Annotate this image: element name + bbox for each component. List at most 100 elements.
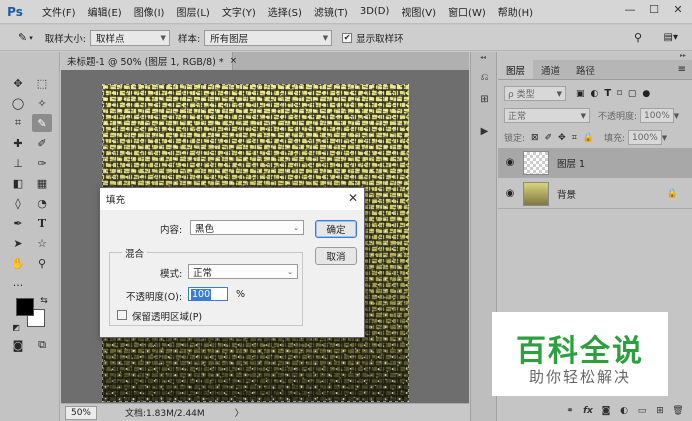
path-selection-tool-icon[interactable]: ➤	[8, 234, 28, 252]
menu-layer[interactable]: 图层(L)	[170, 4, 215, 19]
swap-colors-icon[interactable]: ⇆	[38, 292, 50, 310]
properties-panel-icon[interactable]: ⊞	[477, 92, 492, 107]
menu-view[interactable]: 视图(V)	[395, 4, 442, 19]
ok-button[interactable]: 确定	[315, 220, 357, 238]
tab-channels[interactable]: 通道	[533, 60, 568, 79]
layers-footer: ⚭ fx ◙ ◐ ▭ ⊞ 🗑	[498, 401, 692, 421]
lock-position-icon[interactable]: ✥	[558, 133, 566, 143]
layer-kind-filter[interactable]: ρ 类型 ▼	[504, 86, 566, 101]
filter-adjustment-icon[interactable]: ◐	[591, 89, 599, 99]
layer-row-background[interactable]: ◉ 背景 🔒	[498, 179, 692, 209]
link-layers-icon[interactable]: ⚭	[562, 404, 578, 418]
tab-layers[interactable]: 图层	[498, 60, 534, 79]
workspace-icon[interactable]: ▤▾	[664, 32, 678, 43]
document-tab[interactable]: 未标题-1 @ 50% (图层 1, RGB/8) * ×	[61, 52, 237, 70]
layer-opacity-field[interactable]: 100% ▼	[640, 108, 679, 123]
lock-icon: 🔒	[666, 188, 678, 199]
mode-value: 正常	[193, 267, 213, 279]
eraser-tool-icon[interactable]: ◧	[8, 174, 28, 192]
history-panel-icon[interactable]: ⎌	[477, 70, 492, 85]
layer-thumbnail-texture	[523, 181, 549, 206]
filter-type-icon[interactable]: T	[604, 88, 611, 99]
default-colors-icon[interactable]: ◩	[10, 318, 22, 336]
move-tool-icon[interactable]: ✥	[8, 74, 28, 92]
close-window-button[interactable]: ✕	[666, 0, 690, 18]
tab-paths[interactable]: 路径	[568, 60, 603, 79]
sample-size-select[interactable]: 取样点 ▼	[89, 29, 170, 46]
lock-image-icon[interactable]: ✐	[545, 133, 553, 143]
history-brush-tool-icon[interactable]: ✑	[32, 154, 52, 172]
layer-row-layer1[interactable]: ◉ 图层 1	[498, 148, 692, 178]
type-tool-icon[interactable]: T	[32, 214, 52, 232]
minimize-button[interactable]: —	[618, 0, 642, 18]
zoom-tool-icon[interactable]: ⚲	[32, 254, 52, 272]
preset-chevron-icon[interactable]: ▾	[29, 34, 33, 42]
chevron-down-icon: ▼	[580, 111, 586, 120]
filter-smart-object-icon[interactable]: ▢	[628, 89, 637, 99]
panel-menu-icon[interactable]: ≡	[678, 60, 686, 79]
filter-pixel-icon[interactable]: ▣	[576, 89, 585, 99]
close-icon[interactable]: ✕	[348, 191, 358, 205]
maximize-button[interactable]: ☐	[642, 0, 666, 18]
dodge-tool-icon[interactable]: ◔	[32, 194, 52, 212]
filter-toggle-icon[interactable]: ●	[642, 89, 650, 99]
foreground-color-swatch[interactable]	[16, 298, 34, 316]
magic-wand-tool-icon[interactable]: ✧	[32, 94, 52, 112]
status-bar: 50% 文档:1.83M/2.44M 〉	[61, 403, 469, 421]
sample-select[interactable]: 所有图层 ▼	[204, 29, 333, 46]
menu-image[interactable]: 图像(I)	[128, 4, 171, 19]
adjustment-layer-icon[interactable]: ◐	[616, 404, 632, 418]
menu-file[interactable]: 文件(F)	[36, 4, 82, 19]
lock-all-icon[interactable]: 🔒	[583, 133, 594, 143]
search-icon[interactable]: ⚲	[634, 31, 642, 44]
gradient-tool-icon[interactable]: ▦	[32, 174, 52, 192]
filter-shape-icon[interactable]: ⌑	[617, 89, 622, 99]
menu-edit[interactable]: 编辑(E)	[82, 4, 128, 19]
screen-mode-icon[interactable]: ⧉	[32, 336, 52, 354]
opacity-input[interactable]: 100	[188, 287, 228, 301]
new-layer-icon[interactable]: ⊞	[652, 404, 668, 418]
visibility-eye-icon[interactable]: ◉	[503, 179, 517, 209]
blur-tool-icon[interactable]: ◊	[8, 194, 28, 212]
crop-tool-icon[interactable]: ⌗	[8, 114, 28, 132]
actions-play-icon[interactable]: ▶	[477, 124, 492, 139]
preserve-transparency-checkbox[interactable]	[117, 310, 127, 320]
menu-filter[interactable]: 滤镜(T)	[308, 4, 354, 19]
eyedropper-preset-icon[interactable]: ✎	[18, 31, 27, 44]
show-ring-checkbox[interactable]: ✔	[342, 32, 353, 43]
menu-select[interactable]: 选择(S)	[262, 4, 308, 19]
custom-shape-tool-icon[interactable]: ☆	[32, 234, 52, 252]
healing-brush-tool-icon[interactable]: ✚	[8, 134, 28, 152]
close-icon[interactable]: ×	[230, 56, 238, 66]
delete-layer-icon[interactable]: 🗑	[670, 404, 686, 418]
pen-tool-icon[interactable]: ✒	[8, 214, 28, 232]
brush-tool-icon[interactable]: ✐	[32, 134, 52, 152]
fill-label: 填充:	[603, 134, 626, 144]
clone-stamp-tool-icon[interactable]: ⊥	[8, 154, 28, 172]
new-group-icon[interactable]: ▭	[634, 404, 650, 418]
lock-transparent-icon[interactable]: ⊠	[531, 133, 539, 143]
status-menu-arrow-icon[interactable]: 〉	[235, 406, 244, 419]
mode-select[interactable]: 正常 ⌄	[188, 264, 298, 279]
layer-blend-mode-select[interactable]: 正常 ▼	[504, 108, 590, 123]
visibility-eye-icon[interactable]: ◉	[503, 148, 517, 178]
lasso-tool-icon[interactable]: ◯	[8, 94, 28, 112]
marquee-tool-icon[interactable]: ⬚	[32, 74, 52, 92]
menu-3d[interactable]: 3D(D)	[354, 6, 396, 17]
layer-fill-field[interactable]: 100% ▼	[628, 130, 667, 145]
eyedropper-tool-icon[interactable]: ✎	[32, 114, 52, 132]
layer-style-icon[interactable]: fx	[580, 404, 596, 418]
menu-help[interactable]: 帮助(H)	[492, 4, 539, 19]
zoom-level-field[interactable]: 50%	[65, 405, 97, 420]
add-mask-icon[interactable]: ◙	[598, 404, 614, 418]
panel-collapse-icon[interactable]: ▸▸	[680, 52, 686, 59]
cancel-button[interactable]: 取消	[315, 247, 357, 265]
lock-artboard-icon[interactable]: ⌗	[572, 133, 577, 143]
hand-tool-icon[interactable]: ✋	[8, 254, 28, 272]
more-tools-icon[interactable]: ···	[8, 276, 28, 294]
content-select[interactable]: 黑色 ⌄	[190, 220, 304, 235]
menu-window[interactable]: 窗口(W)	[442, 4, 492, 19]
menu-type[interactable]: 文字(Y)	[216, 4, 262, 19]
watermark-subtitle: 助你轻松解决	[528, 368, 631, 386]
quick-mask-icon[interactable]: ◙	[8, 336, 28, 354]
